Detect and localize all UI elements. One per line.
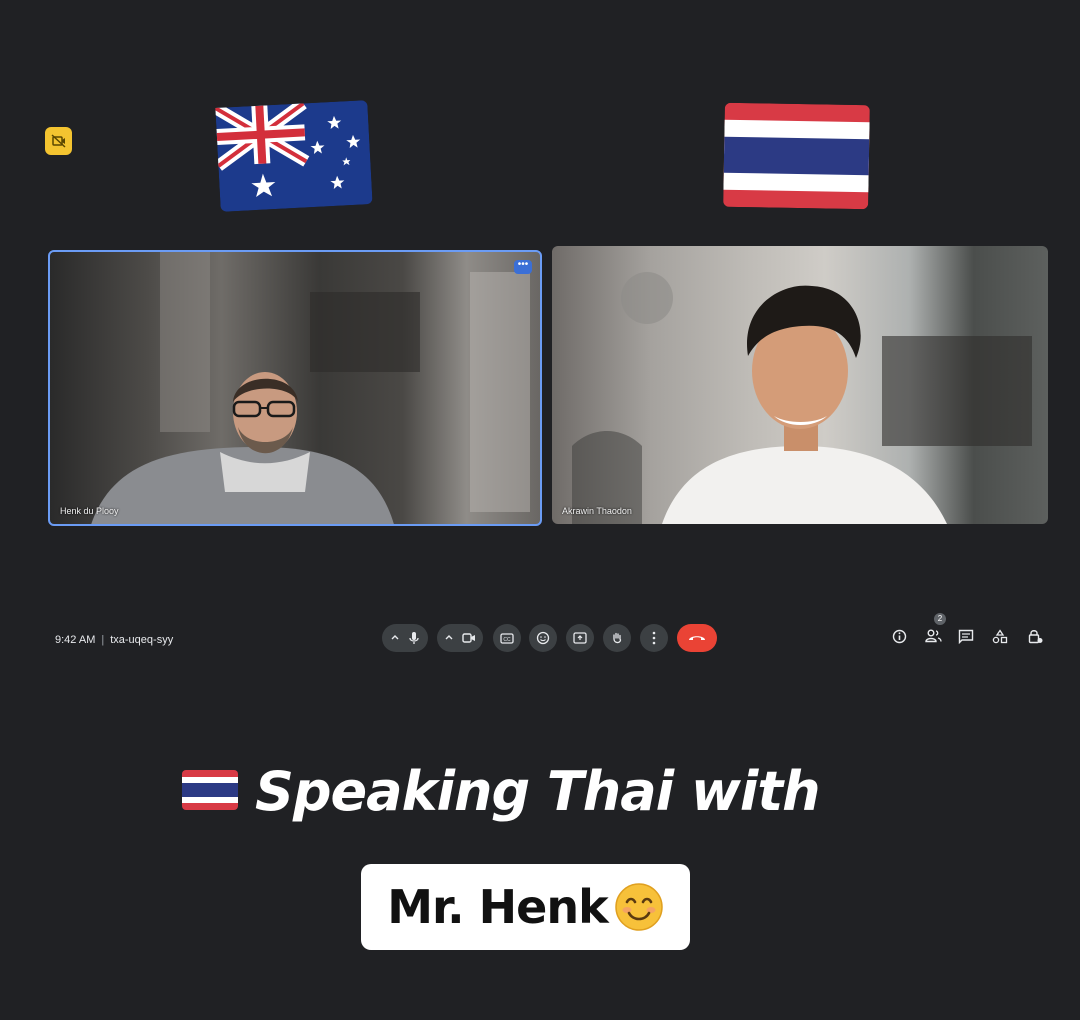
- more-options-button[interactable]: [640, 624, 668, 652]
- chat-icon: [958, 629, 974, 644]
- info-icon: [892, 629, 906, 643]
- end-call-icon: [689, 636, 705, 640]
- present-button[interactable]: [566, 624, 594, 652]
- meeting-code: txa-uqeq-syy: [110, 634, 174, 646]
- chevron-up-icon: [445, 635, 453, 640]
- participant-tile-akrawin[interactable]: Akrawin Thaodon: [552, 246, 1048, 524]
- people-icon: [924, 629, 942, 643]
- emoji-icon: [536, 631, 550, 645]
- captions-button[interactable]: CC: [493, 624, 521, 652]
- caption-name: Mr. Henk: [387, 880, 608, 934]
- emoji-button[interactable]: [529, 624, 557, 652]
- participant-video-henk: [91, 252, 530, 524]
- australia-flag-icon: [215, 100, 373, 212]
- participant-name-label: Henk du Plooy: [60, 506, 119, 516]
- participant-name-label: Akrawin Thaodon: [562, 506, 632, 516]
- people-button[interactable]: [924, 627, 942, 645]
- activities-icon: [992, 628, 1008, 643]
- svg-text:CC: CC: [503, 637, 511, 643]
- lock-person-icon: [1028, 629, 1043, 643]
- participant-video-akrawin: [572, 272, 1032, 524]
- present-screen-icon: [573, 632, 587, 644]
- people-count-badge: 2: [934, 613, 946, 625]
- captions-icon: CC: [500, 632, 514, 644]
- thailand-flag-icon: [723, 102, 870, 210]
- activities-button[interactable]: [991, 627, 1009, 645]
- meeting-time: 9:42 AM: [55, 634, 96, 646]
- end-call-button[interactable]: [677, 624, 717, 652]
- camera-button[interactable]: [437, 624, 483, 652]
- thailand-flag-icon: [182, 770, 238, 810]
- caption-title: Speaking Thai with: [255, 760, 821, 823]
- raise-hand-icon: [613, 632, 622, 644]
- more-vert-icon: [652, 631, 656, 645]
- camera-off-badge: [45, 127, 72, 155]
- mic-button[interactable]: [382, 624, 428, 652]
- host-controls-button[interactable]: [1026, 627, 1044, 645]
- separator: |: [101, 634, 105, 646]
- caption-name-box: Mr. Henk: [361, 864, 690, 950]
- raise-hand-button[interactable]: [603, 624, 631, 652]
- participant-tile-henk[interactable]: ••• Henk du Plooy: [48, 250, 542, 526]
- chevron-up-icon: [391, 635, 399, 640]
- meeting-details-button[interactable]: [890, 627, 908, 645]
- chat-button[interactable]: [957, 627, 975, 645]
- microphone-icon: [409, 632, 419, 644]
- meeting-info: 9:42 AM | txa-uqeq-syy: [55, 634, 173, 646]
- video-camera-icon: [462, 633, 475, 643]
- tile-more-options-button[interactable]: •••: [514, 260, 532, 274]
- camera-off-icon: [50, 134, 66, 148]
- smiling-face-icon: [614, 883, 663, 931]
